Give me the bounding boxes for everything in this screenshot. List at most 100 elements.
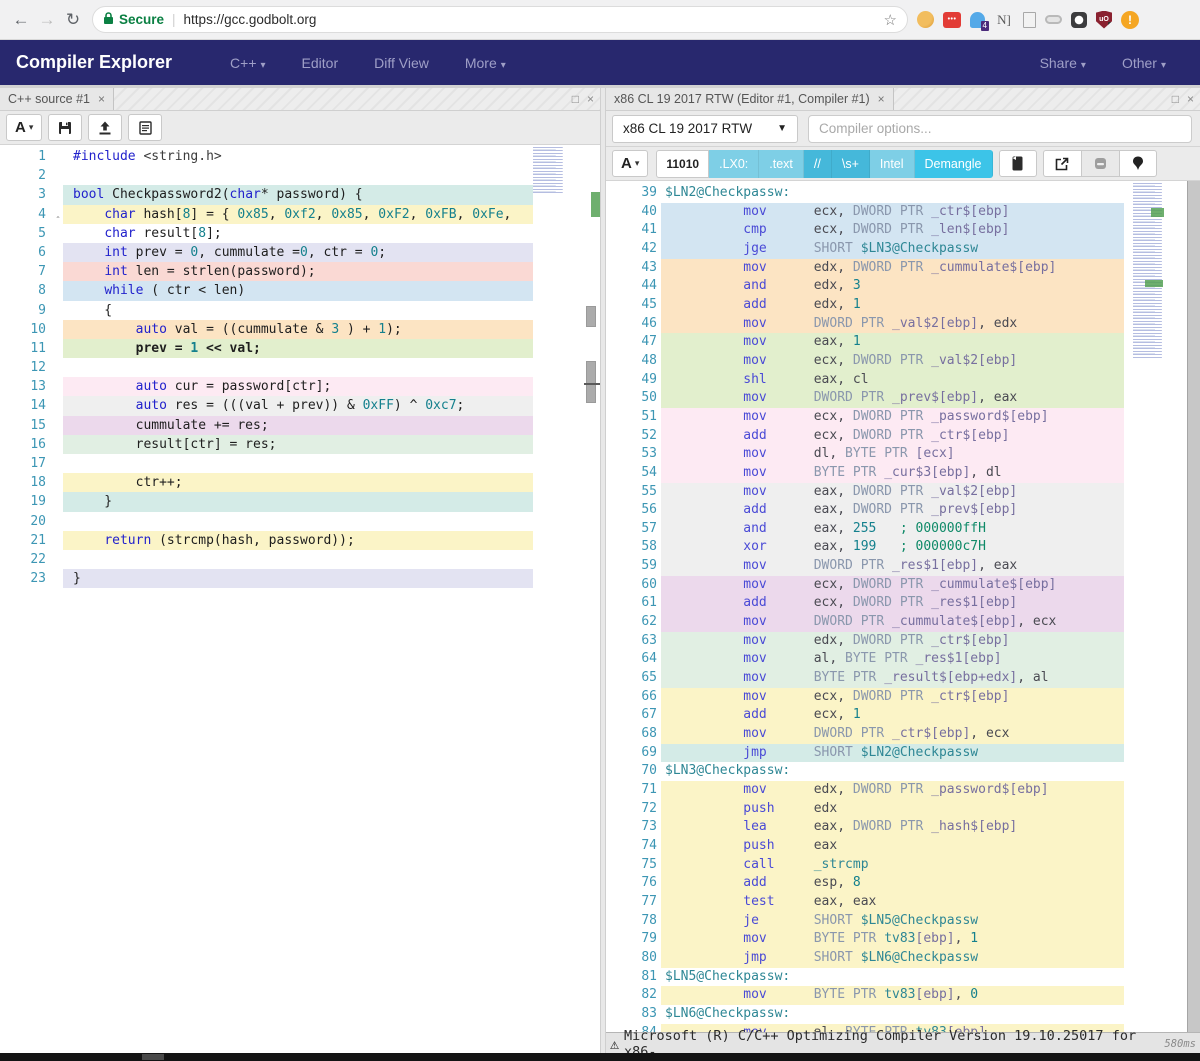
line-number[interactable]: 47 xyxy=(606,333,661,352)
source-line[interactable]: 10 auto val = ((cummulate & 3 ) + 1); xyxy=(0,320,600,339)
asm-line[interactable]: 79 mov BYTE PTR tv83[ebp], 1 xyxy=(606,930,1200,949)
code-text[interactable]: mov BYTE PTR tv83[ebp], 0 xyxy=(661,986,1124,1005)
source-line[interactable]: 5 char result[8]; xyxy=(0,224,600,243)
asm-line[interactable]: 64 mov al, BYTE PTR _res$1[ebp] xyxy=(606,650,1200,669)
line-number[interactable]: 74 xyxy=(606,837,661,856)
line-number[interactable]: 79 xyxy=(606,930,661,949)
filter-button-intel[interactable]: Intel xyxy=(870,150,915,178)
asm-line[interactable]: 43 mov edx, DWORD PTR _cummulate$[ebp] xyxy=(606,259,1200,278)
asm-line[interactable]: 61 add ecx, DWORD PTR _res$1[ebp] xyxy=(606,594,1200,613)
code-text[interactable]: mov edx, DWORD PTR _ctr$[ebp] xyxy=(661,632,1124,651)
line-number[interactable]: 78 xyxy=(606,912,661,931)
font-size-button[interactable]: A▾ xyxy=(612,150,648,177)
line-number[interactable]: 66 xyxy=(606,688,661,707)
code-text[interactable]: mov ecx, DWORD PTR _ctr$[ebp] xyxy=(661,688,1124,707)
line-number[interactable]: 7 xyxy=(0,262,63,281)
asm-line[interactable]: 68 mov DWORD PTR _ctr$[ebp], ecx xyxy=(606,725,1200,744)
asm-line[interactable]: 70$LN3@Checkpassw: xyxy=(606,762,1200,781)
filter-button-lx0[interactable]: .LX0: xyxy=(709,150,759,178)
camera-extension-icon[interactable] xyxy=(1071,12,1087,28)
shield-extension-icon[interactable]: uO2 xyxy=(1096,11,1112,29)
line-number[interactable]: 70 xyxy=(606,762,661,781)
code-text[interactable]: test eax, eax xyxy=(661,893,1124,912)
line-number[interactable]: 83 xyxy=(606,1005,661,1024)
binary-filter-button[interactable]: 11010 xyxy=(656,150,709,178)
source-line[interactable]: 8 while ( ctr < len) xyxy=(0,281,600,300)
line-number[interactable]: 80 xyxy=(606,949,661,968)
nav-item-c-[interactable]: C++▾ xyxy=(212,55,284,71)
source-minimap[interactable] xyxy=(533,147,568,193)
line-number[interactable]: 51 xyxy=(606,408,661,427)
line-number[interactable]: 53 xyxy=(606,445,661,464)
maximize-icon[interactable]: □ xyxy=(572,92,579,106)
line-number[interactable]: 73 xyxy=(606,818,661,837)
asm-line[interactable]: 65 mov BYTE PTR _result$[ebp+edx], al xyxy=(606,669,1200,688)
source-line[interactable]: 14 auto res = (((val + prev)) & 0xFF) ^ … xyxy=(0,396,600,415)
asm-line[interactable]: 78 je SHORT $LN5@Checkpassw xyxy=(606,912,1200,931)
code-text[interactable]: auto res = (((val + prev)) & 0xFF) ^ 0xc… xyxy=(63,396,533,415)
source-line[interactable]: 7 int len = strlen(password); xyxy=(0,262,600,281)
source-line[interactable]: 20 xyxy=(0,512,600,531)
font-size-button[interactable]: A▾ xyxy=(6,114,42,141)
line-number[interactable]: 39 xyxy=(606,184,661,203)
filter-button-demangle[interactable]: Demangle xyxy=(915,150,993,178)
source-line[interactable]: 1#include <string.h> xyxy=(0,147,600,166)
filter-button-text[interactable]: .text xyxy=(759,150,804,178)
paste-button[interactable] xyxy=(128,114,162,141)
line-number[interactable]: 6 xyxy=(0,243,63,262)
reload-icon[interactable]: ↻ xyxy=(60,10,86,30)
asm-line[interactable]: 74 push eax xyxy=(606,837,1200,856)
source-line[interactable]: 9 { xyxy=(0,301,600,320)
line-number[interactable]: 19 xyxy=(0,492,63,511)
code-text[interactable]: bool Checkpassword2(char* password) { xyxy=(63,185,533,204)
source-line[interactable]: 12 xyxy=(0,358,600,377)
line-number[interactable]: 59 xyxy=(606,557,661,576)
line-number[interactable]: 49 xyxy=(606,371,661,390)
code-text[interactable]: } xyxy=(63,569,533,588)
line-number[interactable]: 75 xyxy=(606,856,661,875)
code-text[interactable]: and edx, 3 xyxy=(661,277,1124,296)
source-line[interactable]: 13 auto cur = password[ctr]; xyxy=(0,377,600,396)
asm-line[interactable]: 39$LN2@Checkpassw: xyxy=(606,184,1200,203)
asm-line[interactable]: 58 xor eax, 199 ; 000000c7H xyxy=(606,538,1200,557)
asm-line[interactable]: 66 mov ecx, DWORD PTR _ctr$[ebp] xyxy=(606,688,1200,707)
source-line[interactable]: 6 int prev = 0, cummulate =0, ctr = 0; xyxy=(0,243,600,262)
nav-item-more[interactable]: More▾ xyxy=(447,55,524,71)
code-text[interactable]: mov BYTE PTR _result$[ebp+edx], al xyxy=(661,669,1124,688)
asm-line[interactable]: 49 shl eax, cl xyxy=(606,371,1200,390)
alert-extension-icon[interactable]: ! xyxy=(1121,11,1139,29)
code-text[interactable]: push eax xyxy=(661,837,1124,856)
line-number[interactable]: 46 xyxy=(606,315,661,334)
line-number[interactable]: 76 xyxy=(606,874,661,893)
line-number[interactable]: 50 xyxy=(606,389,661,408)
line-number[interactable]: 1 xyxy=(0,147,63,166)
source-line[interactable]: 11 prev = 1 << val; xyxy=(0,339,600,358)
asm-line[interactable]: 52 add ecx, DWORD PTR _ctr$[ebp] xyxy=(606,427,1200,446)
code-text[interactable]: $LN2@Checkpassw: xyxy=(661,184,1124,203)
code-text[interactable] xyxy=(63,166,533,185)
line-number[interactable]: 52 xyxy=(606,427,661,446)
line-number[interactable]: 60 xyxy=(606,576,661,595)
code-text[interactable]: cmp ecx, DWORD PTR _len$[ebp] xyxy=(661,221,1124,240)
code-text[interactable]: jmp SHORT $LN2@Checkpassw xyxy=(661,744,1124,763)
asm-line[interactable]: 57 and eax, 255 ; 000000ffH xyxy=(606,520,1200,539)
code-text[interactable]: $LN5@Checkpassw: xyxy=(661,968,1124,987)
asm-line[interactable]: 76 add esp, 8 xyxy=(606,874,1200,893)
asm-editor[interactable]: 39$LN2@Checkpassw:40 mov ecx, DWORD PTR … xyxy=(606,181,1200,1056)
code-text[interactable]: auto val = ((cummulate & 3 ) + 1); xyxy=(63,320,533,339)
code-text[interactable]: mov edx, DWORD PTR _password$[ebp] xyxy=(661,781,1124,800)
tab-close-icon[interactable]: × xyxy=(98,92,105,106)
line-number[interactable]: 10 xyxy=(0,320,63,339)
code-text[interactable]: while ( ctr < len) xyxy=(63,281,533,300)
code-text[interactable]: char hash[8] = { 0x85, 0xf2, 0x85, 0xF2,… xyxy=(63,205,533,224)
line-number[interactable]: 12 xyxy=(0,358,63,377)
line-number[interactable]: 22 xyxy=(0,550,63,569)
code-text[interactable]: add ecx, DWORD PTR _ctr$[ebp] xyxy=(661,427,1124,446)
code-text[interactable]: lea eax, DWORD PTR _hash$[ebp] xyxy=(661,818,1124,837)
line-number[interactable]: 15 xyxy=(0,416,63,435)
code-text[interactable]: mov dl, BYTE PTR [ecx] xyxy=(661,445,1124,464)
notes-extension-icon[interactable]: N] xyxy=(994,10,1014,30)
code-text[interactable]: add ecx, 1 xyxy=(661,706,1124,725)
line-number[interactable]: 4ˆ xyxy=(0,205,63,224)
code-text[interactable]: xor eax, 199 ; 000000c7H xyxy=(661,538,1124,557)
